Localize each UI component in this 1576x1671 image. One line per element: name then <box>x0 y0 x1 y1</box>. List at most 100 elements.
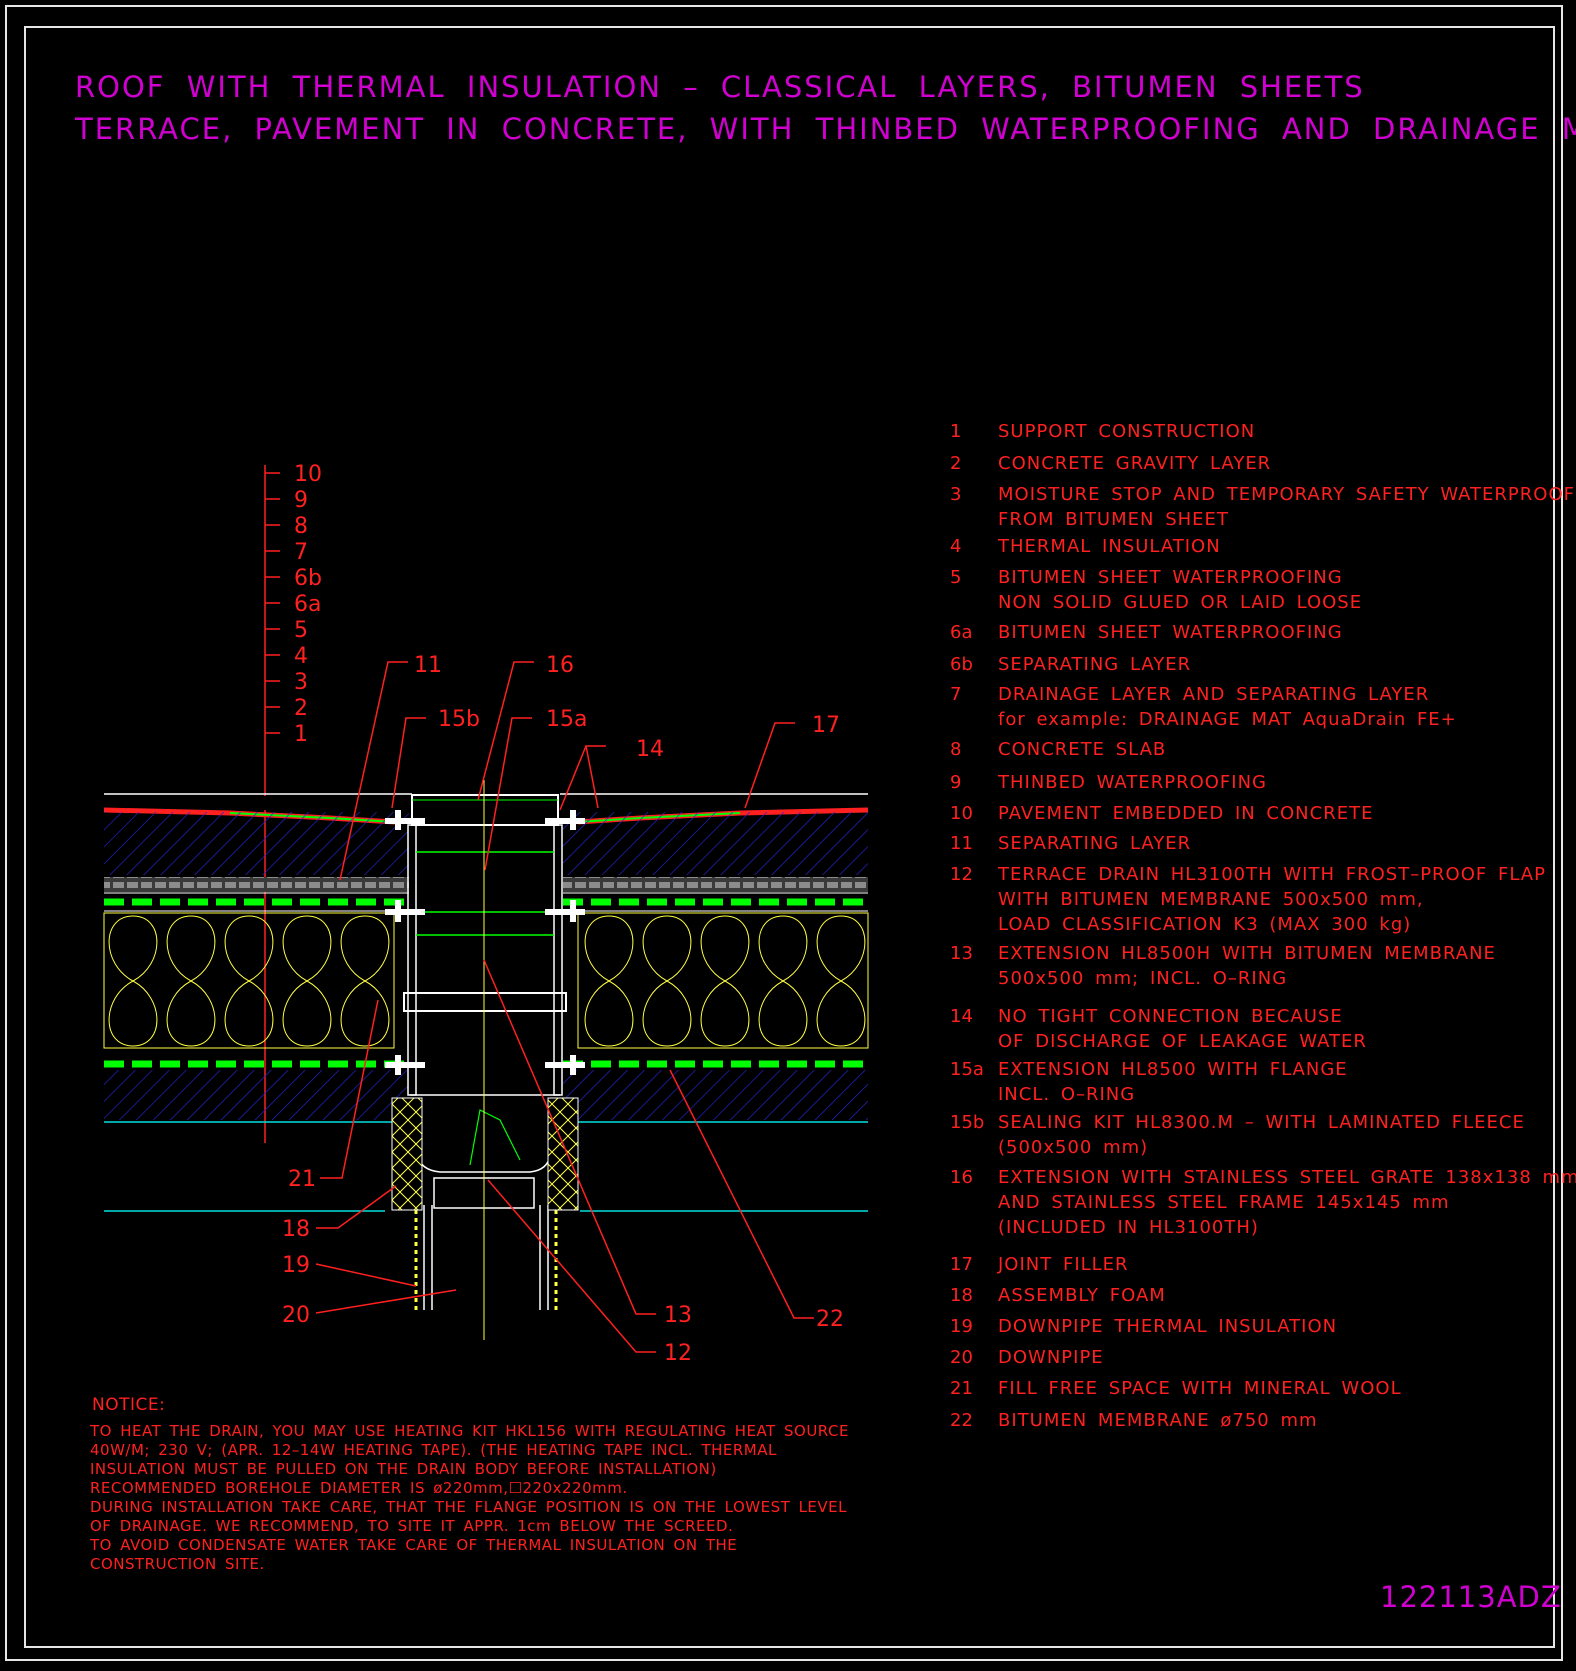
legend-line: BITUMEN MEMBRANE ø750 mm <box>998 1410 1318 1431</box>
legend-line: SUPPORT CONSTRUCTION <box>998 421 1256 442</box>
legend-line: CONCRETE SLAB <box>998 739 1167 760</box>
legend-number: 13 <box>950 943 973 964</box>
insulation-cell <box>340 915 390 1047</box>
legend-number: 7 <box>950 684 962 705</box>
legend-line: INCL. O–RING <box>998 1084 1136 1105</box>
legend-number: 15b <box>950 1112 985 1133</box>
roof-buildup-left <box>103 793 412 1212</box>
layer-scale-label-2: 2 <box>294 696 308 721</box>
insulation-cell <box>166 915 216 1047</box>
legend-number: 22 <box>950 1410 973 1431</box>
legend-line: JOINT FILLER <box>998 1254 1129 1275</box>
legend-line: ASSEMBLY FOAM <box>998 1285 1166 1306</box>
legend-line: AND STAINLESS STEEL FRAME 145x145 mm <box>998 1192 1450 1213</box>
legend-description: FILL FREE SPACE WITH MINERAL WOOL <box>998 1376 1402 1401</box>
legend-number: 18 <box>950 1285 973 1306</box>
legend-line: THERMAL INSULATION <box>998 536 1221 557</box>
legend-description: BITUMEN SHEET WATERPROOFING NON SOLID GLU… <box>998 565 1362 615</box>
insulation-cell <box>758 915 808 1047</box>
legend-description: PAVEMENT EMBEDDED IN CONCRETE <box>998 801 1373 826</box>
legend-number: 12 <box>950 864 973 885</box>
legend-line: DOWNPIPE THERMAL INSULATION <box>998 1316 1338 1337</box>
insulation-cell <box>642 915 692 1047</box>
legend-line: FILL FREE SPACE WITH MINERAL WOOL <box>998 1378 1402 1399</box>
legend-number: 2 <box>950 453 962 474</box>
legend-description: CONCRETE SLAB <box>998 737 1166 762</box>
legend-line: MOISTURE STOP AND TEMPORARY SAFETY WATER… <box>998 484 1576 505</box>
notice-line: INSULATION MUST BE PULLED ON THE DRAIN B… <box>90 1460 717 1478</box>
legend-number: 3 <box>950 484 962 505</box>
callout-13: 13 <box>664 1303 692 1328</box>
legend-line: DOWNPIPE <box>998 1347 1104 1368</box>
notice-line: TO AVOID CONDENSATE WATER TAKE CARE OF T… <box>90 1536 738 1554</box>
legend-line: SEALING KIT HL8300.M – WITH LAMINATED FL… <box>998 1112 1525 1133</box>
legend-description: TERRACE DRAIN HL3100TH WITH FROST–PROOF … <box>998 862 1546 937</box>
legend-number: 17 <box>950 1254 973 1275</box>
layer-scale-label-3: 3 <box>294 670 308 695</box>
callout-20: 20 <box>282 1303 310 1328</box>
legend-number: 6a <box>950 622 973 643</box>
legend-line: EXTENSION HL8500 WITH FLANGE <box>998 1059 1348 1080</box>
legend-number: 20 <box>950 1347 973 1368</box>
layer-scale-label-1: 1 <box>294 722 308 747</box>
legend-description: JOINT FILLER <box>998 1252 1129 1277</box>
legend-line: NON SOLID GLUED OR LAID LOOSE <box>998 592 1363 613</box>
drawing-code: 122113ADZ <box>1380 1580 1562 1614</box>
callout-12: 12 <box>664 1341 692 1366</box>
callout-15a: 15a <box>546 707 587 732</box>
legend-line: FROM BITUMEN SHEET <box>998 509 1229 530</box>
callout-21: 21 <box>288 1167 316 1192</box>
legend-description: NO TIGHT CONNECTION BECAUSE OF DISCHARGE … <box>998 1004 1367 1054</box>
notice-line: DURING INSTALLATION TAKE CARE, THAT THE … <box>90 1498 847 1516</box>
legend-description: THERMAL INSULATION <box>998 534 1221 559</box>
legend-line: 500x500 mm; INCL. O–RING <box>998 968 1288 989</box>
insulation-cell <box>816 915 866 1047</box>
legend-line: BITUMEN SHEET WATERPROOFING <box>998 567 1343 588</box>
insulation-cell <box>584 915 634 1047</box>
legend-description: CONCRETE GRAVITY LAYER <box>998 451 1271 476</box>
legend-line: EXTENSION HL8500H WITH BITUMEN MEMBRANE <box>998 943 1496 964</box>
legend-line: NO TIGHT CONNECTION BECAUSE <box>998 1006 1343 1027</box>
legend-description: BITUMEN MEMBRANE ø750 mm <box>998 1408 1318 1433</box>
legend-line: LOAD CLASSIFICATION K3 (MAX 300 kg) <box>998 914 1412 935</box>
notice-line: 40W/M; 230 V; (APR. 12–14W HEATING TAPE)… <box>90 1441 777 1459</box>
legend-number: 19 <box>950 1316 973 1337</box>
notice-line: OF DRAINAGE. WE RECOMMEND, TO SITE IT AP… <box>90 1517 734 1535</box>
legend-number: 6b <box>950 654 973 675</box>
legend-description: DOWNPIPE <box>998 1345 1104 1370</box>
notice-body: TO HEAT THE DRAIN, YOU MAY USE HEATING K… <box>90 1422 849 1574</box>
legend-line: OF DISCHARGE OF LEAKAGE WATER <box>998 1031 1367 1052</box>
legend-description: SUPPORT CONSTRUCTION <box>998 419 1255 444</box>
legend-line: EXTENSION WITH STAINLESS STEEL GRATE 138… <box>998 1167 1576 1188</box>
legend-number: 9 <box>950 772 962 793</box>
legend-description: SEALING KIT HL8300.M – WITH LAMINATED FL… <box>998 1110 1525 1160</box>
notice-line: RECOMMENDED BOREHOLE DIAMETER IS ø220mm,… <box>90 1479 628 1497</box>
legend-description: MOISTURE STOP AND TEMPORARY SAFETY WATER… <box>998 482 1576 532</box>
legend-line: (500x500 mm) <box>998 1137 1149 1158</box>
notice-line: TO HEAT THE DRAIN, YOU MAY USE HEATING K… <box>90 1422 849 1440</box>
legend-description: BITUMEN SHEET WATERPROOFING <box>998 620 1343 645</box>
legend-line: BITUMEN SHEET WATERPROOFING <box>998 622 1343 643</box>
legend-line: CONCRETE GRAVITY LAYER <box>998 453 1272 474</box>
legend-line: SEPARATING LAYER <box>998 654 1192 675</box>
layer-scale-label-7: 7 <box>294 540 308 565</box>
legend-number: 1 <box>950 421 962 442</box>
legend-number: 16 <box>950 1167 973 1188</box>
notice-line: CONSTRUCTION SITE. <box>90 1555 265 1573</box>
legend-description: DRAINAGE LAYER AND SEPARATING LAYER for e… <box>998 682 1457 732</box>
legend-number: 4 <box>950 536 962 557</box>
callout-18: 18 <box>282 1217 310 1242</box>
insulation-cell <box>700 915 750 1047</box>
drain-assembly <box>385 780 585 1340</box>
insulation-cell <box>282 915 332 1047</box>
legend-description: SEPARATING LAYER <box>998 652 1191 677</box>
legend-description: ASSEMBLY FOAM <box>998 1283 1166 1308</box>
legend-description: EXTENSION HL8500H WITH BITUMEN MEMBRANE 5… <box>998 941 1496 991</box>
legend-line: TERRACE DRAIN HL3100TH WITH FROST–PROOF … <box>998 864 1546 885</box>
legend-description: EXTENSION WITH STAINLESS STEEL GRATE 138… <box>998 1165 1576 1240</box>
legend-number: 5 <box>950 567 962 588</box>
legend-line: (INCLUDED IN HL3100TH) <box>998 1217 1259 1238</box>
layer-scale-label-9: 9 <box>294 488 308 513</box>
layer-scale-label-6a: 6a <box>294 592 321 617</box>
legend-line: PAVEMENT EMBEDDED IN CONCRETE <box>998 803 1374 824</box>
